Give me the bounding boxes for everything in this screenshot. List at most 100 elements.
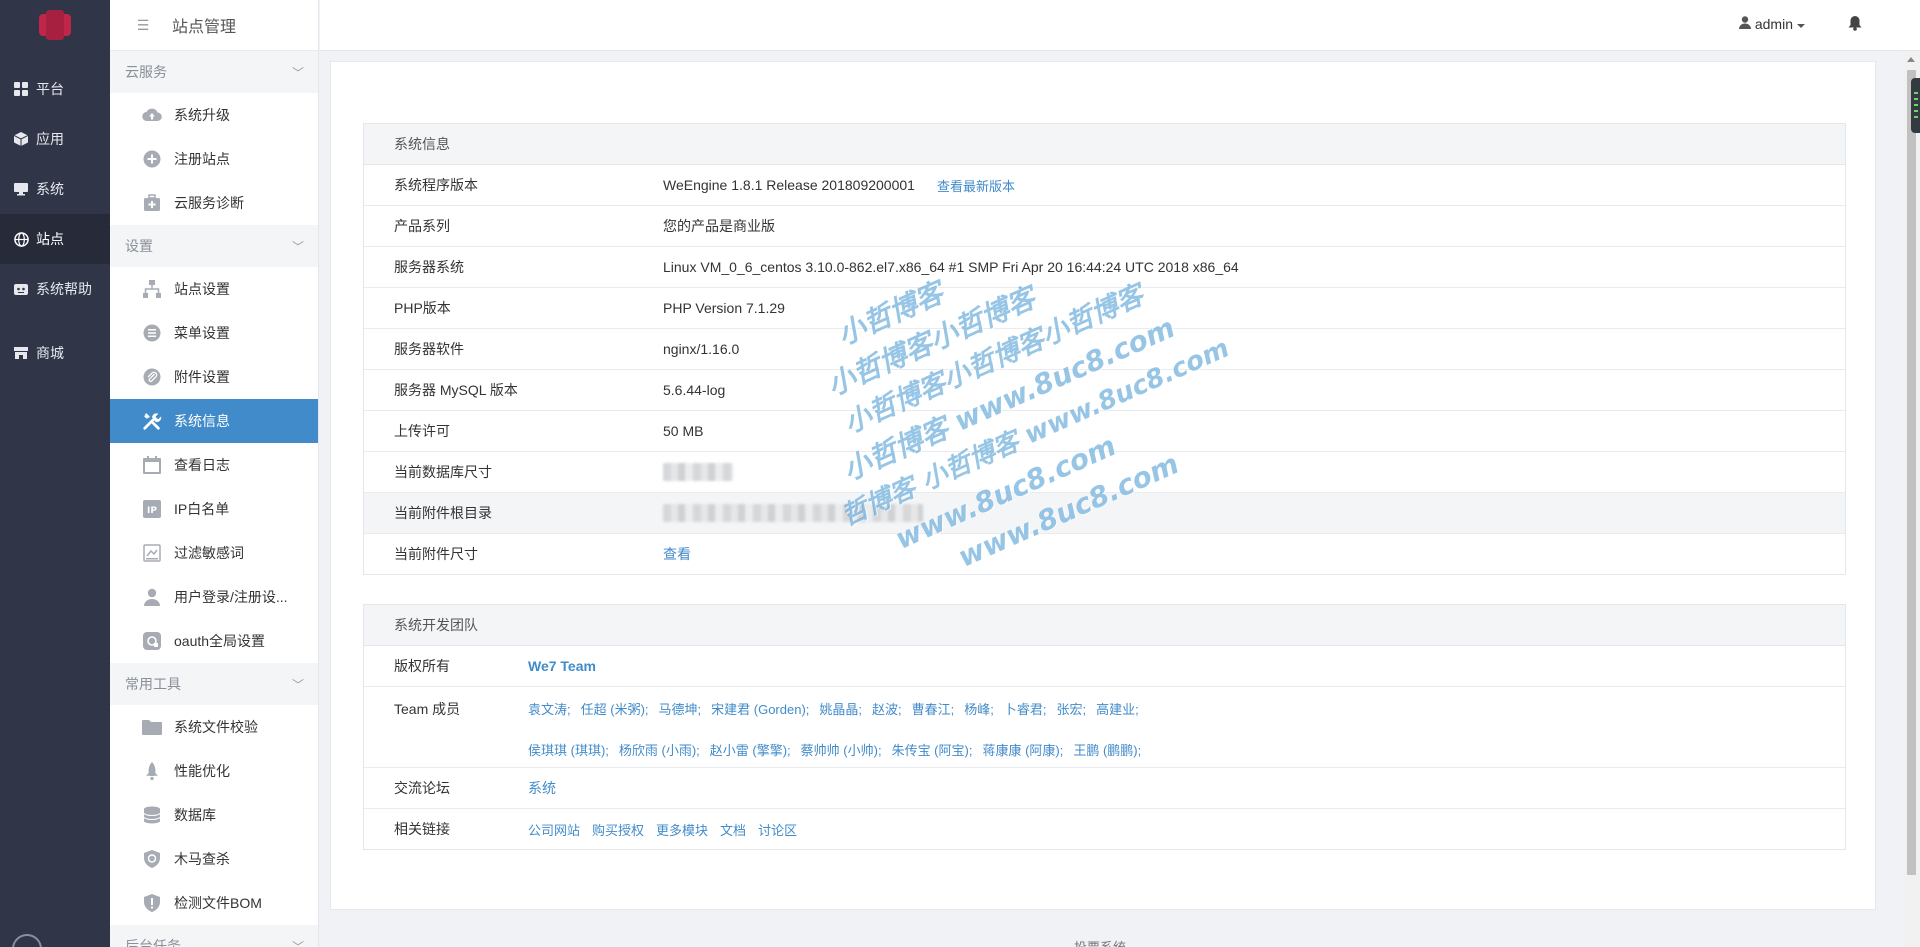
scrollbar-thumb[interactable] [1907, 70, 1916, 875]
table-row: 服务器系统 Linux VM_0_6_centos 3.10.0-862.el7… [364, 247, 1845, 288]
team-member-link[interactable]: 马德坤; [659, 702, 702, 717]
sidebar-item-site-settings[interactable]: 站点设置 [110, 267, 318, 311]
team-member-link[interactable]: 蒋康康 (阿康); [982, 743, 1063, 758]
row-key: 产品系列 [394, 218, 450, 234]
table-row: 当前数据库尺寸 [364, 452, 1845, 493]
sidebar-item-label: 系统文件校验 [174, 719, 258, 735]
rail-item-help[interactable]: 系统帮助 [0, 264, 110, 314]
table-row: 产品系列 您的产品是商业版 [364, 206, 1845, 247]
table-row: PHP版本 PHP Version 7.1.29 [364, 288, 1845, 329]
row-value: PHP Version 7.1.29 [663, 300, 785, 316]
related-link[interactable]: 文档 [720, 823, 746, 838]
row-key: 当前数据库尺寸 [394, 464, 492, 480]
sidebar-item-label: 站点设置 [174, 281, 230, 297]
view-attachment-size-link[interactable]: 查看 [663, 544, 691, 564]
related-link[interactable]: 更多模块 [656, 823, 708, 838]
sidebar-item-database[interactable]: 数据库 [110, 793, 318, 837]
row-key: 服务器 MySQL 版本 [394, 382, 518, 398]
username: admin [1754, 16, 1793, 32]
sidebar-item-cloud-diagnose[interactable]: 云服务诊断 [110, 181, 318, 225]
team-member-link[interactable]: 杨欣雨 (小雨); [619, 743, 700, 758]
user-icon [142, 587, 162, 607]
sidebar-item-trojan-scan[interactable]: 木马查杀 [110, 837, 318, 881]
table-row: 服务器软件 nginx/1.16.0 [364, 329, 1845, 370]
related-link[interactable]: 公司网站 [528, 823, 580, 838]
group-background-tasks[interactable]: 后台任务 ﹀ [110, 925, 318, 947]
rail-item-site[interactable]: 站点 [0, 214, 110, 264]
row-key: 系统程序版本 [394, 177, 478, 193]
app-logo[interactable] [36, 8, 74, 42]
related-link[interactable]: 讨论区 [758, 823, 797, 838]
team-member-link[interactable]: 卜睿君; [1004, 702, 1047, 717]
sidebar-item-system-upgrade[interactable]: 系统升级 [110, 93, 318, 137]
sidebar-item-attachment-settings[interactable]: 附件设置 [110, 355, 318, 399]
team-members-line: 侯琪琪 (琪琪); 杨欣雨 (小雨); 赵小雷 (擎擎); 蔡帅帅 (小帅); 朱传宝 … [528, 730, 1151, 771]
table-row: 服务器 MySQL 版本 5.6.44-log [364, 370, 1845, 411]
row-key: PHP版本 [394, 300, 451, 316]
group-cloud-service[interactable]: 云服务 ﹀ [110, 51, 318, 93]
sitemap-icon [142, 279, 162, 299]
globe-icon [13, 231, 29, 247]
bell-icon[interactable] [1848, 15, 1862, 34]
sidebar-item-label: 云服务诊断 [174, 195, 244, 211]
user-menu[interactable]: admin [1738, 16, 1805, 32]
primary-nav-rail: 平台 应用 系统 站点 系统帮助 商城 [0, 0, 110, 947]
team-member-link[interactable]: 张宏; [1057, 702, 1087, 717]
main-content-panel: 系统信息 系统程序版本 WeEngine 1.8.1 Release 20180… [330, 61, 1876, 910]
wrench-icon [142, 411, 162, 431]
team-member-link[interactable]: 曹春江; [912, 702, 955, 717]
user-icon [1738, 16, 1751, 32]
floating-widget-tab[interactable] [1911, 78, 1920, 133]
rail-item-apps[interactable]: 应用 [0, 114, 110, 164]
filter-icon [142, 543, 162, 563]
sidebar-item-performance[interactable]: 性能优化 [110, 749, 318, 793]
copyright-team-link[interactable]: We7 Team [528, 658, 596, 674]
rail-item-store[interactable]: 商城 [0, 328, 110, 378]
team-member-link[interactable]: 朱传宝 (阿宝); [892, 743, 973, 758]
team-member-link[interactable]: 任超 (米粥); [581, 702, 649, 717]
team-member-link[interactable]: 袁文涛; [528, 702, 571, 717]
team-member-link[interactable]: 姚晶晶; [819, 702, 862, 717]
team-member-link[interactable]: 宋建君 (Gorden); [711, 702, 809, 717]
sidebar-item-user-login-settings[interactable]: 用户登录/注册设... [110, 575, 318, 619]
team-member-link[interactable]: 蔡帅帅 (小帅); [801, 743, 882, 758]
sidebar-item-bom-check[interactable]: 检测文件BOM [110, 881, 318, 925]
calendar-icon [142, 455, 162, 475]
row-key: 当前附件根目录 [394, 505, 492, 521]
team-member-link[interactable]: 侯琪琪 (琪琪); [528, 743, 609, 758]
avatar[interactable] [12, 934, 42, 947]
team-member-link[interactable]: 赵小雷 (擎擎); [710, 743, 791, 758]
sidebar-item-oauth-settings[interactable]: oauth全局设置 [110, 619, 318, 663]
group-common-tools[interactable]: 常用工具 ﹀ [110, 663, 318, 705]
sidebar-title: 站点管理 [172, 19, 237, 36]
table-row: 上传许可 50 MB [364, 411, 1845, 452]
sidebar-item-system-info[interactable]: 系统信息 [110, 399, 318, 443]
paperclip-icon [142, 367, 162, 387]
rocket-icon [142, 761, 162, 781]
row-key: 当前附件尺寸 [394, 546, 478, 562]
team-member-link[interactable]: 高建业; [1096, 702, 1139, 717]
sidebar-item-filter-words[interactable]: 过滤敏感词 [110, 531, 318, 575]
team-member-link[interactable]: 王鹏 (鹏鹏); [1073, 743, 1141, 758]
row-key: 上传许可 [394, 423, 450, 439]
group-settings[interactable]: 设置 ﹀ [110, 225, 318, 267]
sidebar-item-ip-whitelist[interactable]: IP IP白名单 [110, 487, 318, 531]
sidebar-item-file-check[interactable]: 系统文件校验 [110, 705, 318, 749]
sidebar-item-label: 注册站点 [174, 151, 230, 167]
forum-link[interactable]: 系统 [528, 778, 556, 798]
rail-item-platform[interactable]: 平台 [0, 64, 110, 114]
scroll-up-icon[interactable] [1907, 57, 1915, 62]
menu-toggle-icon[interactable]: ☰ [126, 17, 160, 34]
check-latest-version-link[interactable]: 查看最新版本 [937, 176, 1015, 195]
sidebar-item-menu-settings[interactable]: 菜单设置 [110, 311, 318, 355]
page-scrollbar[interactable] [1903, 51, 1920, 947]
sidebar-item-register-site[interactable]: 注册站点 [110, 137, 318, 181]
related-link[interactable]: 购买授权 [592, 823, 644, 838]
rail-item-system[interactable]: 系统 [0, 164, 110, 214]
shield-check-icon [142, 893, 162, 913]
chevron-down-icon: ﹀ [291, 939, 304, 947]
team-member-link[interactable]: 杨峰; [964, 702, 994, 717]
sidebar-item-view-log[interactable]: 查看日志 [110, 443, 318, 487]
team-member-link[interactable]: 赵波; [872, 702, 902, 717]
sidebar-item-label: 数据库 [174, 807, 216, 823]
